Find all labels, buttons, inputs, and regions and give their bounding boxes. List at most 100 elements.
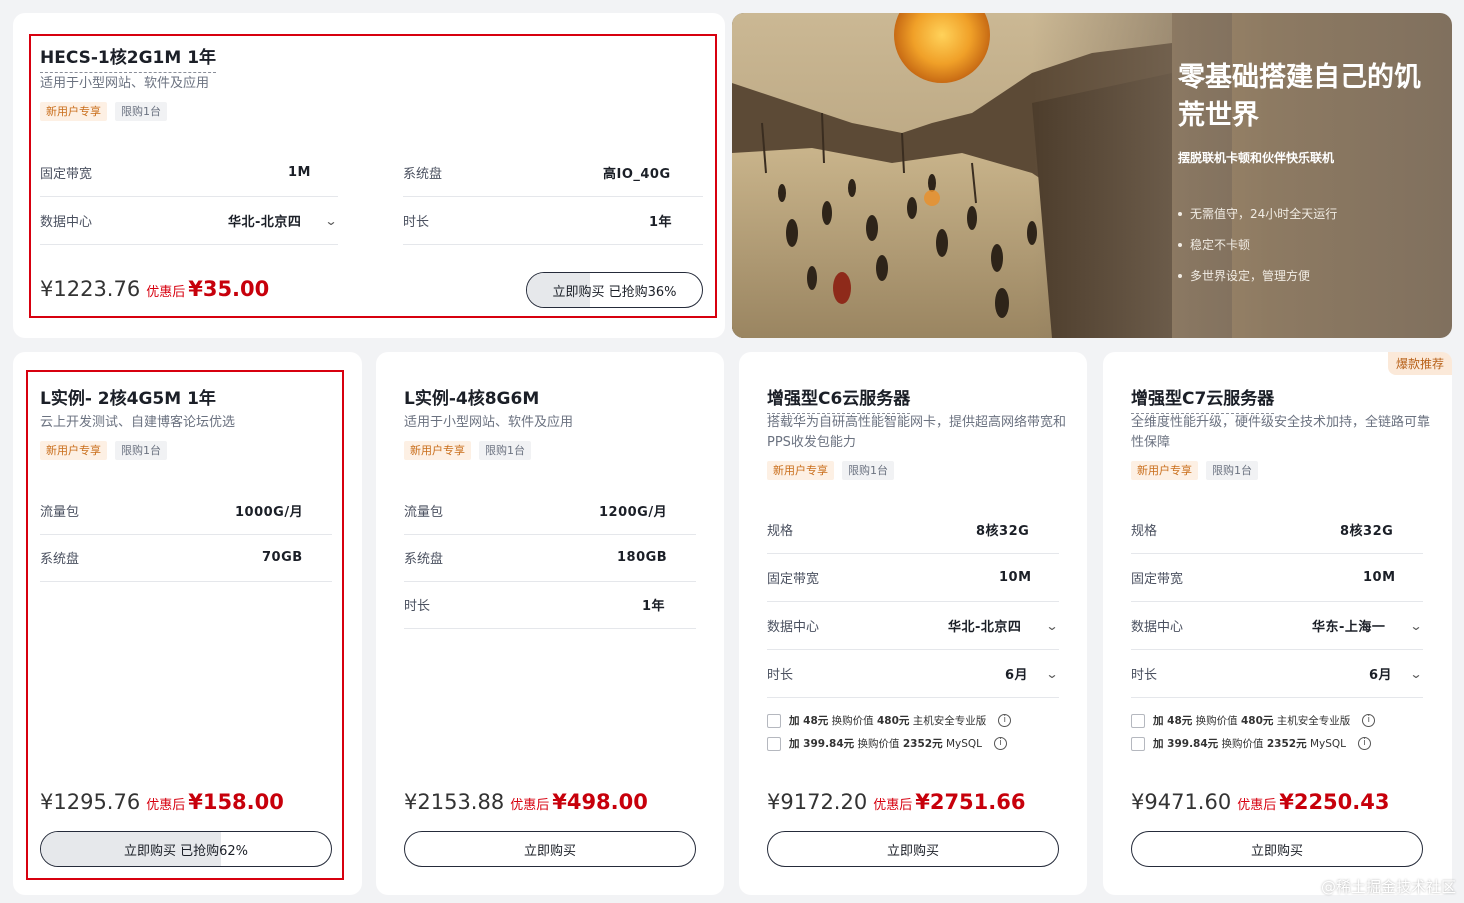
spec-value: 高IO_40G <box>603 167 671 182</box>
addon-option-mysql[interactable]: 加 399.84元 换购价值 2352元 MySQL i <box>767 736 1008 751</box>
product-card-l-2c4g: L实例- 2核4G5M 1年 云上开发测试、自建博客论坛优选 新用户专享 限购1… <box>13 352 362 895</box>
sold-progress-text: 已抢购62% <box>180 843 249 859</box>
price-group: ¥2153.88 优惠后 ¥498.00 <box>404 790 648 814</box>
discount-price: ¥2250.43 <box>1279 790 1390 814</box>
product-title[interactable]: HECS-1核2G1M 1年 <box>40 43 217 73</box>
addon-option-mysql[interactable]: 加 399.84元 换购价值 2352元 MySQL i <box>1131 736 1372 751</box>
info-icon[interactable]: i <box>998 714 1012 727</box>
spec-row-duration: 时长 1年 <box>404 581 696 629</box>
info-icon[interactable]: i <box>1358 737 1372 750</box>
original-price: ¥9471.60 <box>1131 790 1232 814</box>
buy-now-button[interactable]: 立即购买 <box>767 831 1059 867</box>
buy-now-button[interactable]: 立即购买 <box>404 831 696 867</box>
original-price: ¥1295.76 <box>40 790 141 814</box>
price-group: ¥1223.76 优惠后 ¥35.00 <box>40 277 269 301</box>
buy-now-button[interactable]: 立即购买 已抢购62% <box>40 831 332 867</box>
spec-value: 180GB <box>617 550 668 565</box>
product-card-c6: 增强型C6云服务器 搭载华为自研高性能智能网卡，提供超高网络带宽和PPS收发包能… <box>739 352 1087 895</box>
product-desc: 全维度性能升级，硬件级安全技术加持，全链路可靠性保障 <box>1131 415 1431 450</box>
spec-label: 数据中心 <box>40 215 93 230</box>
chevron-down-icon[interactable]: ⌄ <box>1409 619 1422 633</box>
new-user-tag: 新用户专享 <box>40 441 107 460</box>
bullet-dot-icon <box>1178 242 1182 247</box>
spec-row-datacenter[interactable]: 数据中心 华东-上海一 ⌄ <box>1131 602 1423 650</box>
spec-row-duration: 时长 1年 <box>403 197 703 245</box>
chevron-down-icon[interactable]: ⌄ <box>1409 667 1422 681</box>
spec-label: 时长 <box>404 599 431 614</box>
spec-row-flavor: 规格 8核32G <box>767 506 1059 554</box>
chevron-down-icon[interactable]: ⌄ <box>1045 619 1058 633</box>
spec-row-disk: 系统盘 高IO_40G <box>403 149 703 197</box>
original-price: ¥9172.20 <box>767 790 868 814</box>
promo-banner[interactable]: 零基础搭建自己的饥荒世界 摆脱联机卡顿和伙伴快乐联机 无需值守，24小时全天运行… <box>732 13 1452 338</box>
chevron-down-icon[interactable]: ⌄ <box>324 214 337 228</box>
product-desc: 云上开发测试、自建博客论坛优选 <box>40 415 236 430</box>
spec-value: 70GB <box>262 550 303 565</box>
limit-tag: 限购1台 <box>842 461 894 480</box>
buy-label: 立即购买 <box>1250 843 1303 859</box>
sold-progress-text: 已抢购36% <box>608 284 677 300</box>
buy-now-button[interactable]: 立即购买 <box>1131 831 1423 867</box>
addon-option-security[interactable]: 加 48元 换购价值 480元 主机安全专业版 i <box>1131 713 1376 728</box>
addon-checkbox[interactable] <box>1131 736 1145 751</box>
spec-value: 1200G/月 <box>599 505 668 520</box>
spec-label: 系统盘 <box>404 552 444 567</box>
chevron-down-icon[interactable]: ⌄ <box>1045 667 1058 681</box>
spec-row-datacenter[interactable]: 数据中心 华北-北京四 ⌄ <box>767 602 1059 650</box>
datacenter-select-value[interactable]: 华东-上海一 <box>1312 616 1385 635</box>
spec-row-duration[interactable]: 时长 6月 ⌄ <box>1131 650 1423 698</box>
spec-label: 流量包 <box>40 505 80 520</box>
after-discount-label: 优惠后 <box>873 798 913 813</box>
duration-select-value[interactable]: 6月 <box>1005 664 1028 683</box>
watermark: @稀土掘金技术社区 <box>1320 878 1456 896</box>
discount-price: ¥2751.66 <box>915 790 1026 814</box>
spec-value: 1年 <box>642 599 666 614</box>
product-title[interactable]: L实例-4核8G6M <box>404 384 539 413</box>
spec-row-flavor: 规格 8核32G <box>1131 506 1423 554</box>
spec-row-duration[interactable]: 时长 6月 ⌄ <box>767 650 1059 698</box>
product-title[interactable]: L实例- 2核4G5M 1年 <box>40 384 216 413</box>
product-title[interactable]: 增强型C6云服务器 <box>767 384 911 414</box>
limit-tag: 限购1台 <box>115 441 167 460</box>
spec-row-bandwidth: 固定带宽 1M <box>40 149 338 197</box>
product-card-hecs: HECS-1核2G1M 1年 适用于小型网站、软件及应用 新用户专享 限购1台 … <box>13 13 725 338</box>
datacenter-select-value[interactable]: 华北-北京四 <box>948 616 1021 635</box>
spec-value: 8核32G <box>1340 524 1394 539</box>
spec-label: 系统盘 <box>403 167 443 182</box>
spec-label: 时长 <box>403 215 430 230</box>
info-icon[interactable]: i <box>1362 714 1376 727</box>
original-price: ¥1223.76 <box>40 277 141 301</box>
after-discount-label: 优惠后 <box>146 285 186 300</box>
product-card-c7: 爆款推荐 增强型C7云服务器 全维度性能升级，硬件级安全技术加持，全链路可靠性保… <box>1103 352 1452 895</box>
spec-row-bandwidth: 固定带宽 10M <box>767 554 1059 602</box>
limit-tag: 限购1台 <box>479 441 531 460</box>
duration-select-value[interactable]: 6月 <box>1369 664 1392 683</box>
new-user-tag: 新用户专享 <box>40 102 107 121</box>
spec-label: 系统盘 <box>40 552 80 567</box>
addon-checkbox[interactable] <box>767 736 781 751</box>
buy-label: 立即购买 <box>552 284 605 300</box>
addon-checkbox[interactable] <box>767 713 781 728</box>
spec-label: 流量包 <box>404 505 444 520</box>
original-price: ¥2153.88 <box>404 790 505 814</box>
product-desc: 搭载华为自研高性能智能网卡，提供超高网络带宽和PPS收发包能力 <box>767 415 1067 450</box>
spec-row-bandwidth: 固定带宽 10M <box>1131 554 1423 602</box>
addon-checkbox[interactable] <box>1131 713 1145 728</box>
buy-now-button[interactable]: 立即购买 已抢购36% <box>526 272 703 308</box>
spec-label: 时长 <box>1131 668 1158 683</box>
banner-bullet: 多世界设定，管理方便 <box>1178 267 1310 284</box>
tag-group: 新用户专享 限购1台 <box>404 441 531 460</box>
spec-value: 8核32G <box>976 524 1030 539</box>
limit-tag: 限购1台 <box>115 102 167 121</box>
product-title[interactable]: 增强型C7云服务器 <box>1131 384 1275 414</box>
datacenter-select-value[interactable]: 华北-北京四 <box>228 211 301 230</box>
hot-recommend-badge: 爆款推荐 <box>1387 352 1452 375</box>
info-icon[interactable]: i <box>994 737 1008 750</box>
banner-bullet: 无需值守，24小时全天运行 <box>1178 205 1337 222</box>
limit-tag: 限购1台 <box>1206 461 1258 480</box>
addon-option-security[interactable]: 加 48元 换购价值 480元 主机安全专业版 i <box>767 713 1012 728</box>
spec-row-datacenter[interactable]: 数据中心 华北-北京四 ⌄ <box>40 197 338 245</box>
spec-row-traffic: 流量包 1000G/月 <box>40 487 332 535</box>
spec-label: 固定带宽 <box>767 572 820 587</box>
product-desc: 适用于小型网站、软件及应用 <box>40 76 210 91</box>
